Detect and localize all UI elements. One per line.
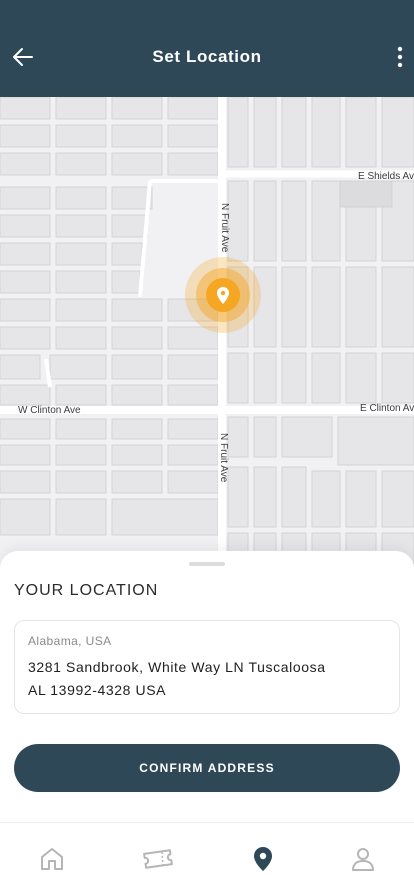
- location-marker[interactable]: [184, 256, 262, 334]
- confirm-address-button[interactable]: CONFIRM ADDRESS: [14, 744, 400, 792]
- address-line-2: AL 13992-4328 USA: [28, 682, 167, 698]
- tab-tickets[interactable]: [142, 845, 174, 873]
- more-vertical-icon: [397, 46, 403, 68]
- tab-location[interactable]: [249, 845, 277, 873]
- app-header: Set Location: [0, 0, 414, 97]
- location-pin-icon: [254, 847, 272, 871]
- tab-profile[interactable]: [349, 845, 377, 873]
- more-options-button[interactable]: [392, 44, 408, 70]
- home-icon: [41, 848, 63, 870]
- street-label-e-clinton: E Clinton Ave: [360, 403, 414, 414]
- location-sheet: YOUR LOCATION Alabama, USA 3281 Sandbroo…: [0, 551, 414, 826]
- street-label-e-shields: E Shields Av: [358, 171, 414, 182]
- user-icon: [352, 848, 374, 871]
- ticket-icon: [143, 849, 173, 869]
- address-line-1: 3281 Sandbrook, White Way LN Tuscaloosa: [28, 659, 326, 675]
- street-label-n-fruit-top: N Fruit Ave: [219, 203, 230, 253]
- tab-home[interactable]: [38, 845, 66, 873]
- bottom-tab-bar: [0, 822, 414, 896]
- street-label-n-fruit-bottom: N Fruit Ave: [218, 433, 229, 483]
- sheet-grabber[interactable]: [189, 562, 225, 566]
- sheet-title: YOUR LOCATION: [14, 582, 159, 599]
- address-card[interactable]: Alabama, USA 3281 Sandbrook, White Way L…: [14, 620, 400, 714]
- page-title: Set Location: [152, 47, 262, 66]
- address-region: Alabama, USA: [28, 634, 112, 648]
- location-pin-icon: [185, 257, 261, 333]
- street-label-w-clinton: W Clinton Ave: [18, 405, 81, 416]
